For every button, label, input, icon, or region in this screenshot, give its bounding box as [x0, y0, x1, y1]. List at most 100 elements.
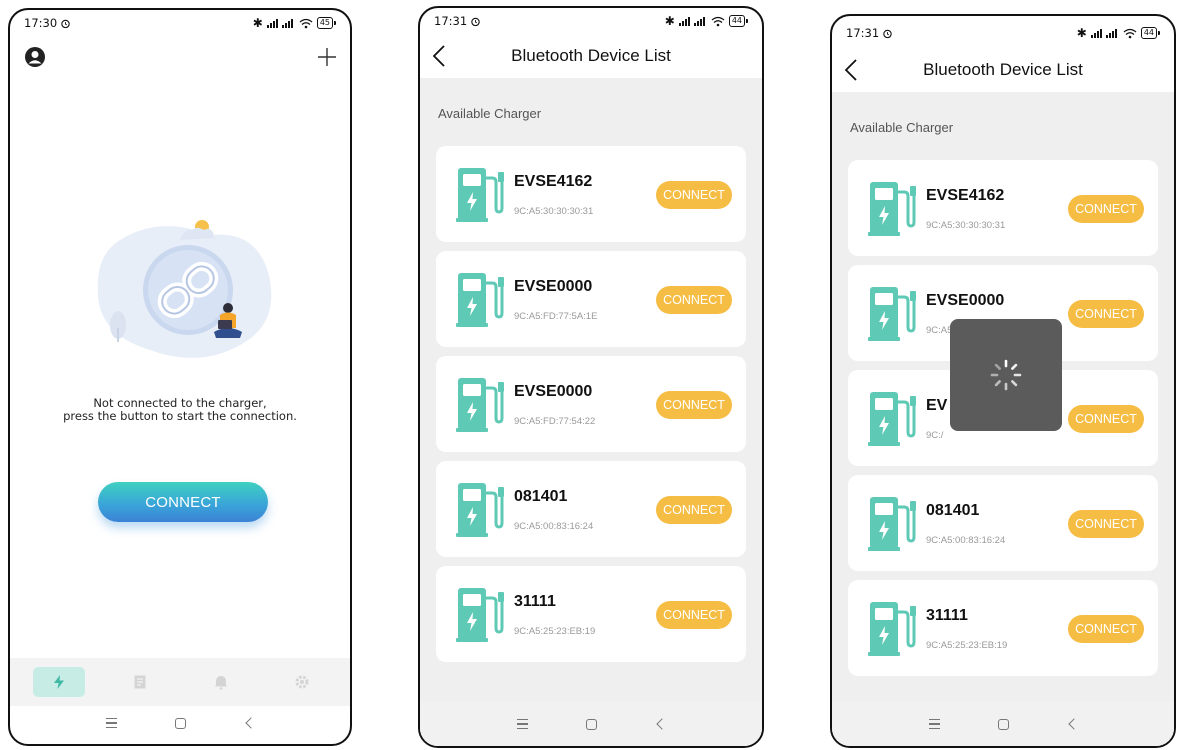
device-connect-button[interactable]: CONNECT — [656, 286, 732, 314]
device-mac-address: 9C:/ — [926, 430, 944, 441]
bottom-navigation — [10, 658, 350, 706]
bluetooth-icon: ✱ — [664, 14, 675, 28]
battery-icon: 44 — [728, 15, 748, 27]
device-mac-address: 9C:A5:FD:77:54:22 — [514, 416, 596, 427]
status-time: 17:30 — [24, 16, 58, 30]
phone-device-list-loading: 17:31 ✱ 44 Bluetooth Device List Availab… — [830, 14, 1176, 748]
device-connect-button[interactable]: CONNECT — [656, 496, 732, 524]
phone-home-screen: 17:30 ✱ 45 Not connected to the charger,… — [8, 8, 352, 746]
device-name: EVSE0000 — [926, 292, 1005, 309]
device-connect-button[interactable]: CONNECT — [1068, 405, 1144, 433]
status-time: 17:31 — [846, 26, 880, 40]
recents-icon[interactable] — [105, 718, 117, 728]
section-label: Available Charger — [850, 120, 954, 135]
device-card[interactable]: 081401 9C:A5:00:83:16:24 CONNECT — [848, 475, 1158, 571]
device-card[interactable]: EVSE0000 9C:A5:FD:77:5A:1E CONNECT — [436, 251, 746, 347]
status-bar: 17:30 ✱ 45 — [10, 10, 350, 36]
charger-icon — [456, 273, 504, 327]
loading-overlay — [950, 319, 1062, 431]
connection-message: Not connected to the charger, press the … — [63, 396, 297, 423]
charger-icon — [868, 182, 916, 236]
device-card[interactable]: 31111 9C:A5:25:23:EB:19 CONNECT — [436, 566, 746, 662]
tab-records[interactable] — [114, 667, 166, 697]
section-label: Available Charger — [438, 106, 542, 121]
phone-device-list: 17:31 ✱ 44 Bluetooth Device List Availab… — [418, 6, 764, 748]
device-list-body: Available Charger EVSE4162 9C:A5:30:30:30… — [420, 78, 762, 746]
system-navigation — [10, 702, 350, 744]
device-connect-button[interactable]: CONNECT — [1068, 510, 1144, 538]
device-mac-address: 9C:A5:25:23:EB:19 — [514, 626, 596, 637]
device-name: EVSE4162 — [514, 173, 593, 190]
profile-icon[interactable] — [24, 46, 46, 68]
tab-notifications[interactable] — [195, 667, 247, 697]
wifi-icon — [711, 16, 725, 26]
back-nav-icon[interactable] — [1067, 718, 1080, 730]
alarm-icon — [883, 29, 892, 38]
charger-icon — [868, 287, 916, 341]
charger-icon — [456, 168, 504, 222]
device-card[interactable]: EVSE0000 9C:A5:FD:77:54:22 CONNECT — [436, 356, 746, 452]
device-mac-address: 9C:A5:00:83:16:24 — [514, 521, 594, 532]
page-title: Bluetooth Device List — [511, 46, 671, 65]
status-bar: 17:31 ✱ 44 — [832, 20, 1174, 46]
device-card[interactable]: EVSE4162 9C:A5:30:30:30:31 CONNECT — [436, 146, 746, 242]
device-connect-button[interactable]: CONNECT — [656, 391, 732, 419]
records-icon — [134, 675, 145, 689]
charger-icon — [456, 378, 504, 432]
device-mac-address: 9C:A5:00:83:16:24 — [926, 535, 1006, 546]
charger-icon — [456, 483, 504, 537]
charging-icon — [53, 675, 64, 689]
device-mac-address: 9C:A5:30:30:30:31 — [926, 220, 1006, 231]
device-connect-button[interactable]: CONNECT — [1068, 195, 1144, 223]
charger-icon — [456, 588, 504, 642]
header: Bluetooth Device List — [420, 32, 762, 78]
disconnected-illustration — [97, 220, 272, 358]
alarm-icon — [61, 19, 70, 28]
device-connect-button[interactable]: CONNECT — [1068, 615, 1144, 643]
device-connect-button[interactable]: CONNECT — [656, 601, 732, 629]
device-card[interactable]: 31111 9C:A5:25:23:EB:19 CONNECT — [848, 580, 1158, 676]
device-card[interactable]: 081401 9C:A5:00:83:16:24 CONNECT — [436, 461, 746, 557]
charger-icon — [868, 392, 916, 446]
connect-button[interactable]: CONNECT — [98, 482, 268, 522]
system-navigation — [420, 702, 762, 746]
battery-icon: 44 — [1140, 27, 1160, 39]
home-icon[interactable] — [174, 717, 186, 729]
home-icon[interactable] — [585, 718, 597, 730]
home-icon[interactable] — [997, 718, 1009, 730]
wifi-icon — [299, 18, 313, 28]
spinner-icon — [990, 359, 1022, 391]
back-nav-icon[interactable] — [655, 718, 668, 730]
bluetooth-icon: ✱ — [252, 16, 263, 30]
system-navigation — [832, 702, 1174, 746]
wifi-icon — [1123, 28, 1137, 38]
bluetooth-icon: ✱ — [1076, 26, 1087, 40]
status-bar: 17:31 ✱ 44 — [420, 8, 762, 34]
device-card[interactable]: EVSE4162 9C:A5:30:30:30:31 CONNECT — [848, 160, 1158, 256]
notifications-icon — [214, 676, 227, 690]
device-connect-button[interactable]: CONNECT — [656, 181, 732, 209]
back-nav-icon[interactable] — [244, 717, 257, 729]
tab-charging[interactable] — [32, 667, 85, 697]
device-name: 31111 — [514, 593, 556, 610]
add-icon[interactable] — [316, 46, 338, 68]
device-name: EVSE4162 — [926, 187, 1005, 204]
signal-icon — [1090, 29, 1117, 38]
device-name: 081401 — [926, 502, 980, 519]
device-name: 081401 — [514, 488, 568, 505]
device-name: 31111 — [926, 607, 968, 624]
tab-settings[interactable] — [276, 667, 328, 697]
device-mac-address: 9C:A5:25:23:EB:19 — [926, 640, 1008, 651]
battery-icon: 45 — [316, 17, 336, 29]
recents-icon[interactable] — [516, 719, 528, 729]
device-connect-button[interactable]: CONNECT — [1068, 300, 1144, 328]
settings-icon — [295, 675, 308, 689]
device-mac-address: 9C:A5:FD:77:5A:1E — [514, 311, 598, 322]
recents-icon[interactable] — [928, 719, 940, 729]
device-mac-address: 9C:A5:30:30:30:31 — [514, 206, 594, 217]
header: Bluetooth Device List — [832, 46, 1174, 92]
charger-icon — [868, 497, 916, 551]
signal-icon — [266, 19, 293, 28]
status-time: 17:31 — [434, 14, 468, 28]
page-title: Bluetooth Device List — [923, 60, 1083, 79]
